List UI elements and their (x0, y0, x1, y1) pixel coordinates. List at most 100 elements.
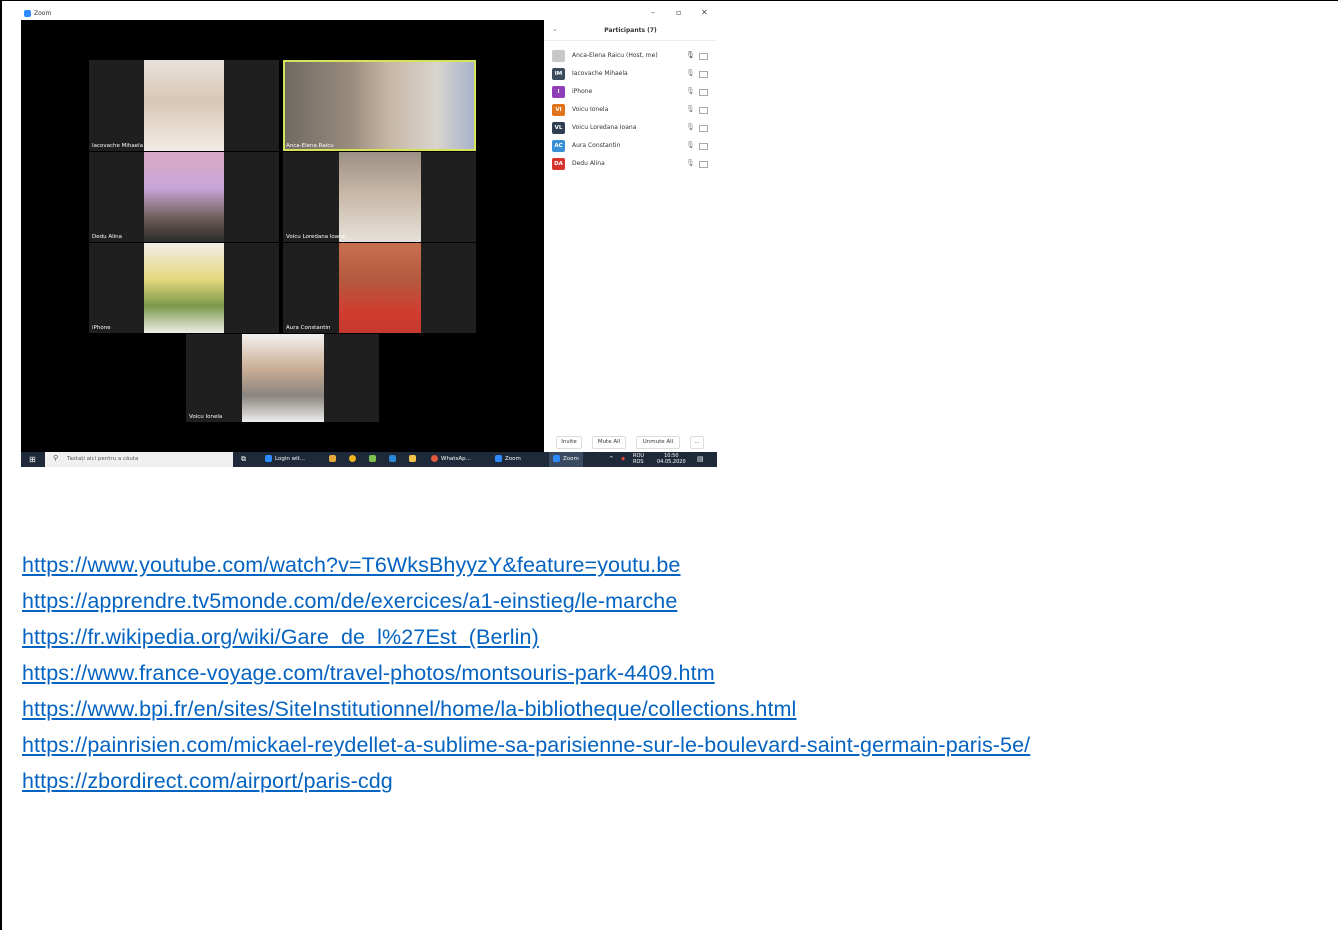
video-tile[interactable]: Voicu Loredana Ioana (283, 152, 476, 242)
participant-row[interactable]: DA Dedu Alina 🎙 (544, 155, 717, 173)
video-tile[interactable]: Voicu Ionela (186, 334, 379, 422)
link-france-voyage[interactable]: https://www.france-voyage.com/travel-pho… (22, 655, 1332, 691)
participants-actions: Invite Mute All Unmute All ... (544, 436, 717, 450)
taskbar-search-placeholder: Tastați aici pentru a căuta (67, 456, 139, 462)
video-feed (144, 60, 224, 151)
participant-row[interactable]: VL Voicu Loredana Ioana 🎙 (544, 119, 717, 137)
link-list: https://www.youtube.com/watch?v=T6WksBhy… (22, 547, 1332, 799)
participant-name: Voicu Loredana Ioana (572, 124, 637, 131)
camera-icon[interactable] (699, 143, 708, 150)
link-wikipedia[interactable]: https://fr.wikipedia.org/wiki/Gare_de_l%… (22, 619, 1332, 655)
video-feed (144, 243, 224, 333)
windows-start-icon[interactable]: ⊞ (29, 455, 36, 464)
tile-name: Anca-Elena Raicu (286, 143, 334, 149)
taskbar-edge[interactable]: Login wit... (265, 452, 305, 467)
language-2: ROS (633, 458, 644, 465)
unmute-all-button[interactable]: Unmute All (636, 436, 680, 449)
tile-name: iPhone (92, 325, 111, 331)
avatar (552, 50, 565, 62)
microphone-icon[interactable]: 🎙 (686, 105, 695, 113)
microphone-icon[interactable]: 🎙 (686, 123, 695, 131)
link-tv5monde[interactable]: https://apprendre.tv5monde.com/de/exerci… (22, 583, 1332, 619)
video-feed (339, 152, 421, 242)
microphone-icon[interactable]: 🎙 (686, 159, 695, 167)
video-tile[interactable]: Iacovache Mihaela (89, 60, 279, 151)
participant-name: iPhone (572, 88, 593, 95)
taskbar-zoom-1[interactable]: Zoom (495, 452, 521, 467)
taskbar-item-label: Zoom (563, 456, 579, 462)
participants-title: Participants (7) (604, 27, 657, 34)
camera-icon[interactable] (699, 89, 708, 96)
participant-row[interactable]: AC Aura Constantin 🎙 (544, 137, 717, 155)
chrome-icon[interactable] (349, 452, 359, 467)
invite-button[interactable]: Invite (556, 436, 582, 449)
search-icon: ⚲ (53, 454, 59, 462)
tile-name: Voicu Ionela (189, 414, 223, 420)
mute-all-button[interactable]: Mute All (592, 436, 626, 449)
zoom-logo-icon (24, 10, 31, 17)
camera-icon[interactable] (699, 107, 708, 114)
participant-name: Dedu Alina (572, 160, 605, 167)
close-icon[interactable]: ✕ (701, 8, 708, 17)
zoom-window-title: Zoom (34, 10, 52, 17)
participant-name: Iacovache Mihaela (572, 70, 628, 77)
whatsapp-icon (431, 455, 438, 462)
camera-icon[interactable] (699, 125, 708, 132)
microphone-icon[interactable]: 🎙 (686, 141, 695, 149)
participants-header: ⌄ Participants (7) (544, 20, 717, 41)
video-feed (242, 334, 324, 422)
video-tile[interactable]: Dedu Alina (89, 152, 279, 242)
link-zbordirect[interactable]: https://zbordirect.com/airport/paris-cdg (22, 763, 1332, 799)
tile-name: Aura Constantin (286, 325, 331, 331)
video-tile[interactable]: iPhone (89, 243, 279, 333)
camera-icon[interactable] (699, 161, 708, 168)
tray-chevron-icon[interactable]: ^ (609, 452, 614, 467)
zoom-icon (495, 455, 502, 462)
taskbar-item-label: WhatsAp... (441, 456, 471, 462)
gallery-view: Iacovache Mihaela Anca-Elena Raicu Dedu … (21, 20, 544, 452)
participant-name: Voicu Ionela (572, 106, 609, 113)
link-painrisien[interactable]: https://painrisien.com/mickael-reydellet… (22, 727, 1332, 763)
avatar: VI (552, 104, 565, 116)
notification-icon[interactable]: ▤ (697, 452, 704, 467)
tile-name: Voicu Loredana Ioana (286, 234, 346, 240)
tray-app-icon[interactable]: ◆ (621, 452, 625, 467)
taskbar-item-label: Login wit... (275, 456, 306, 462)
folder-icon[interactable] (409, 452, 419, 467)
video-feed (339, 243, 421, 333)
microphone-icon[interactable]: 🎙 (686, 69, 695, 77)
video-tile[interactable]: Aura Constantin (283, 243, 476, 333)
video-tile-active-speaker[interactable]: Anca-Elena Raicu (283, 60, 476, 151)
tile-name: Dedu Alina (92, 234, 123, 240)
windows-taskbar: ⊞ ⚲ Tastați aici pentru a căuta ⧉ Login … (21, 452, 717, 467)
taskbar-zoom-2[interactable]: Zoom (549, 452, 583, 467)
camera-icon[interactable] (699, 53, 708, 60)
link-youtube[interactable]: https://www.youtube.com/watch?v=T6WksBhy… (22, 547, 1332, 583)
minimize-icon[interactable]: – (651, 8, 655, 17)
microphone-icon[interactable]: 🎙 (686, 87, 695, 95)
video-feed (144, 152, 224, 242)
task-view-icon[interactable]: ⧉ (241, 452, 246, 467)
app-icon[interactable] (369, 452, 379, 467)
camera-icon[interactable] (699, 71, 708, 78)
store-icon[interactable] (329, 452, 339, 467)
participant-row[interactable]: I iPhone 🎙 (544, 83, 717, 101)
microphone-icon[interactable]: 🎙 (686, 51, 695, 59)
avatar: AC (552, 140, 565, 152)
mail-icon[interactable] (389, 452, 399, 467)
tile-name: Iacovache Mihaela (92, 143, 144, 149)
participant-row[interactable]: IM Iacovache Mihaela 🎙 (544, 65, 717, 83)
clock[interactable]: 10:50 04.05.2020 (657, 453, 686, 465)
more-button[interactable]: ... (690, 436, 704, 449)
participant-row[interactable]: Anca-Elena Raicu (Host, me) 🎙 (544, 47, 717, 65)
maximize-icon[interactable]: ▫ (676, 8, 681, 17)
participant-name: Aura Constantin (572, 142, 621, 149)
taskbar-whatsapp[interactable]: WhatsAp... (431, 452, 471, 467)
link-bpi[interactable]: https://www.bpi.fr/en/sites/SiteInstitut… (22, 691, 1332, 727)
zoom-icon (553, 455, 560, 462)
language-indicator[interactable]: ROU ROS (633, 453, 644, 465)
participant-row[interactable]: VI Voicu Ionela 🎙 (544, 101, 717, 119)
clock-date: 04.05.2020 (657, 458, 686, 465)
taskbar-search[interactable]: ⚲ Tastați aici pentru a căuta (45, 452, 233, 467)
avatar: VL (552, 122, 565, 134)
